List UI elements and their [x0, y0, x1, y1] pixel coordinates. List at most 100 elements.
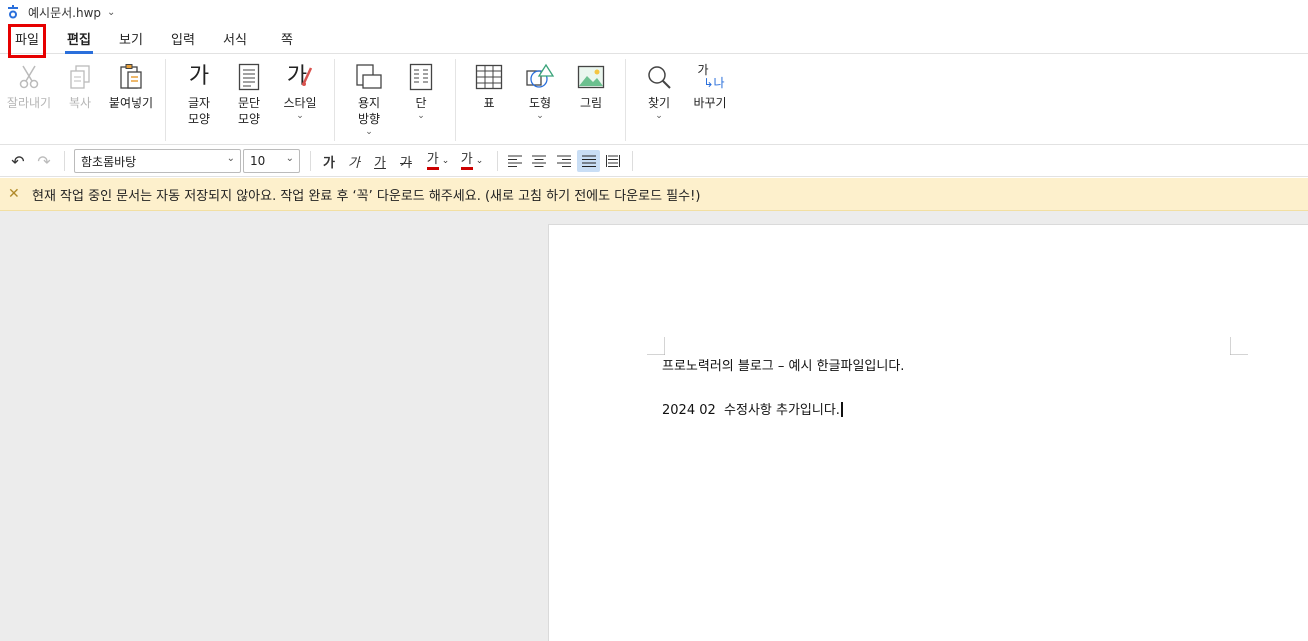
align-justify-button[interactable] [577, 150, 600, 172]
paste-label: 붙여넣기 [108, 96, 154, 110]
font-color-button[interactable]: 가 ⌄ [422, 150, 454, 172]
table-button[interactable]: 표 [462, 61, 516, 111]
toolbar-divider [632, 151, 633, 171]
highlighter-icon: 가 [460, 152, 473, 170]
align-justify-icon [581, 155, 596, 167]
search-icon [632, 61, 686, 93]
chevron-down-icon: ⌄ [655, 111, 663, 121]
columns-icon [394, 61, 448, 93]
page-orientation-button[interactable]: 용지 방향 ⌄ [342, 61, 396, 137]
replace-button[interactable]: 가 ↳나 바꾸기 [683, 61, 737, 111]
table-icon [462, 61, 516, 93]
font-size-select[interactable]: 10 ⌄ [243, 149, 300, 173]
para-shape-label-2: 모양 [237, 112, 261, 126]
chevron-down-icon: ⌄ [536, 111, 544, 121]
toolbar-divider [310, 151, 311, 171]
table-label: 표 [483, 96, 495, 110]
ribbon: 잘라내기 복사 붙여넣기 가 글자 모양 문단 모양 가 스타일 ⌄ 용지 방향… [0, 55, 1308, 145]
page-orientation-label-1: 용지 [357, 96, 381, 110]
align-distribute-icon [606, 155, 620, 167]
picture-button[interactable]: 그림 [564, 61, 618, 111]
style-button[interactable]: 가 스타일 ⌄ [273, 61, 327, 122]
margin-corner-marker [647, 337, 665, 355]
char-shape-label-1: 글자 [187, 96, 211, 110]
replace-label: 바꾸기 [693, 96, 727, 110]
editor-workspace: 프로노력러의 블로그 – 예시 한글파일입니다. 2024 02 수정사항 추가… [0, 211, 1308, 641]
align-center-icon [532, 155, 546, 167]
tab-view[interactable]: 보기 [119, 30, 143, 52]
distribute-button[interactable] [603, 150, 623, 172]
tab-page[interactable]: 쪽 [280, 30, 294, 52]
document-page[interactable]: 프로노력러의 블로그 – 예시 한글파일입니다. 2024 02 수정사항 추가… [548, 224, 1308, 641]
italic-button[interactable]: 가 [345, 150, 363, 172]
page-orientation-icon [342, 61, 396, 93]
bold-button[interactable]: 가 [320, 150, 338, 172]
char-shape-label-2: 모양 [187, 112, 211, 126]
para-shape-label-1: 문단 [237, 96, 261, 110]
tab-file[interactable]: 파일 [8, 24, 46, 58]
chevron-down-icon: ⌄ [285, 153, 294, 164]
find-label: 찾기 [647, 96, 671, 110]
document-filename[interactable]: 예시문서.hwp [28, 4, 101, 21]
chevron-down-icon: ⌄ [441, 156, 450, 166]
highlight-color-button[interactable]: 가 ⌄ [456, 150, 488, 172]
margin-corner-marker [1230, 337, 1248, 355]
toolbar-divider [497, 151, 498, 171]
clipboard-icon [104, 61, 158, 93]
copy-button[interactable]: 복사 [53, 61, 107, 111]
chevron-down-icon: ⌄ [475, 156, 484, 166]
tab-format[interactable]: 서식 [223, 30, 247, 52]
char-shape-button[interactable]: 가 글자 모양 [172, 61, 226, 127]
picture-icon [564, 61, 618, 93]
align-right-icon [557, 155, 571, 167]
char-shape-icon: 가 [188, 64, 210, 89]
menu-tabs: 파일 편집 보기 입력 서식 쪽 [0, 24, 1308, 58]
document-paragraph[interactable]: 2024 02 수정사항 추가입니다. [662, 399, 843, 418]
ribbon-divider [625, 59, 626, 141]
undo-icon[interactable]: ↶ [8, 150, 28, 172]
ribbon-divider [455, 59, 456, 141]
format-toolbar: ↶ ↷ 함초롬바탕 ⌄ 10 ⌄ 가 가 가 가 가 ⌄ 가 ⌄ [0, 145, 1308, 177]
ribbon-divider [334, 59, 335, 141]
shape-icon [513, 61, 567, 93]
redo-icon[interactable]: ↷ [34, 150, 54, 172]
cut-button[interactable]: 잘라내기 [2, 61, 56, 111]
columns-label: 단 [415, 96, 427, 110]
chevron-down-icon[interactable]: ⌄ [107, 7, 115, 18]
shape-label: 도형 [528, 96, 552, 110]
paste-button[interactable]: 붙여넣기 [104, 61, 158, 111]
align-left-button[interactable] [505, 150, 525, 172]
style-label: 스타일 [283, 96, 317, 110]
tab-edit[interactable]: 편집 [65, 30, 93, 54]
find-button[interactable]: 찾기 ⌄ [632, 61, 686, 121]
close-icon[interactable]: ✕ [8, 186, 22, 202]
font-size-value: 10 [250, 154, 266, 168]
para-shape-button[interactable]: 문단 모양 [222, 61, 276, 127]
replace-icon: 가 ↳나 [697, 63, 725, 90]
hancom-logo-icon [6, 5, 20, 19]
tab-insert[interactable]: 입력 [171, 30, 195, 52]
chevron-down-icon: ⌄ [365, 127, 373, 137]
strikethrough-button[interactable]: 가 [397, 150, 415, 172]
toolbar-divider [64, 151, 65, 171]
font-color-icon: 가 [426, 152, 439, 170]
document-paragraph[interactable]: 프로노력러의 블로그 – 예시 한글파일입니다. [662, 355, 904, 374]
scissors-icon [2, 61, 56, 93]
document-paragraph-text: 2024 02 수정사항 추가입니다. [662, 403, 840, 418]
text-cursor [840, 402, 843, 417]
autosave-warning-banner: ✕ 현재 작업 중인 문서는 자동 저장되지 않아요. 작업 완료 후 ‘꼭’ … [0, 178, 1308, 211]
chevron-down-icon: ⌄ [296, 111, 304, 121]
page-orientation-label-2: 방향 [357, 112, 381, 126]
cut-label: 잘라내기 [6, 96, 52, 110]
style-brush-icon: 가 [273, 61, 327, 93]
underline-button[interactable]: 가 [371, 150, 389, 172]
shape-button[interactable]: 도형 ⌄ [513, 61, 567, 121]
font-family-select[interactable]: 함초롬바탕 ⌄ [74, 149, 241, 173]
banner-message: 현재 작업 중인 문서는 자동 저장되지 않아요. 작업 완료 후 ‘꼭’ 다운… [32, 188, 701, 204]
ribbon-divider [165, 59, 166, 141]
align-right-button[interactable] [554, 150, 574, 172]
copy-icon [53, 61, 107, 93]
columns-button[interactable]: 단 ⌄ [394, 61, 448, 121]
align-center-button[interactable] [529, 150, 549, 172]
paragraph-icon [222, 61, 276, 93]
